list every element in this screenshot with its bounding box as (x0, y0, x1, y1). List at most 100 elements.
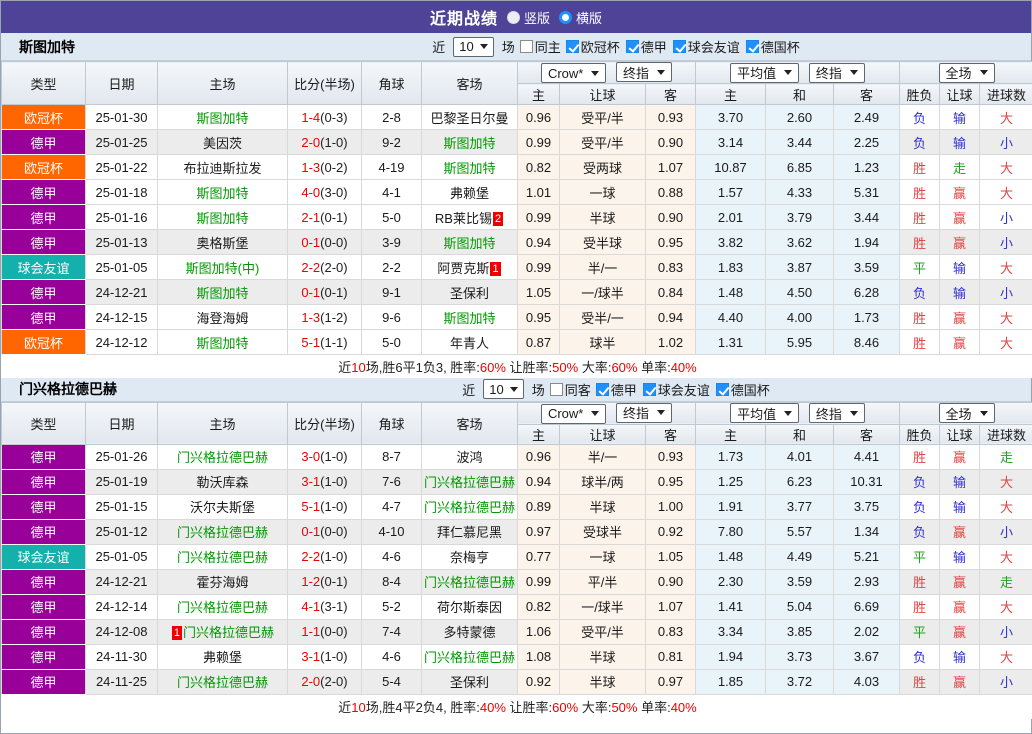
corner-count: 5-4 (361, 668, 422, 695)
avg-draw-odds: 6.23 (765, 468, 834, 495)
odds-stage-select[interactable]: 终指 (616, 403, 673, 423)
league-type-badge: 德甲 (1, 568, 86, 595)
euro-stage-select[interactable]: 终指 (808, 403, 865, 423)
handicap-line: 一球 (559, 179, 646, 205)
match-filters: 近 10 场 同客 德甲 球会友谊 德国杯 (201, 379, 1031, 399)
odds-company-select[interactable]: Crow* (540, 63, 607, 83)
match-result: 负 (899, 643, 940, 670)
fulltime-score: 2-1 (301, 209, 321, 225)
euro-source-select[interactable]: 平均值 (730, 62, 800, 83)
title-bar: 近期战绩 竖版 横版 (1, 1, 1031, 33)
fulltime-score: 0-1 (301, 524, 321, 539)
team-label: 霍芬海姆 (196, 575, 249, 590)
same-venue-label: 同客 (564, 382, 591, 398)
scope-select[interactable]: 全场 (938, 62, 995, 83)
corner-count: 3-9 (361, 229, 422, 255)
league-filter[interactable]: 德国杯 (715, 380, 770, 399)
result-header: 全场 (898, 61, 1032, 84)
euro-source-select[interactable]: 平均值 (730, 403, 800, 423)
team-label: 斯图加特 (443, 160, 496, 176)
chevron-down-icon (657, 410, 666, 415)
avg-draw-odds: 4.50 (765, 279, 834, 305)
match-row: 德甲 24-12-14 门兴格拉德巴赫 4-1(3-1) 5-2 荷尔斯泰因 0.82 一/球… (1, 593, 1032, 620)
league-filter-group: 德甲 球会友谊 德国杯 (595, 380, 770, 399)
goals-result: 大 (978, 254, 1032, 280)
chevron-down-icon (979, 70, 988, 75)
avg-home-odds: 2.01 (695, 204, 766, 230)
summary-segment: 60% (611, 359, 638, 375)
home-team: 斯图加特 (157, 104, 288, 130)
horizontal-layout-radio[interactable]: 横版 (559, 8, 602, 27)
odds-company-select[interactable]: Crow* (540, 403, 607, 423)
avg-home-odds: 3.82 (695, 229, 766, 255)
scope-select[interactable]: 全场 (938, 403, 995, 423)
handicap-home-odds: 0.99 (517, 129, 560, 155)
corner-count: 4-19 (361, 154, 422, 180)
handicap-away-odds: 1.07 (645, 593, 696, 620)
handicap-away-odds: 1.07 (645, 154, 696, 180)
handicap-line: 球半 (559, 329, 646, 355)
handicap-result: 赢 (939, 668, 980, 695)
fulltime-score: 5-1 (301, 334, 321, 350)
avg-home-odds: 1.94 (695, 643, 766, 670)
match-date: 25-01-12 (85, 518, 158, 545)
league-filter[interactable]: 球会友谊 (642, 380, 710, 399)
handicap-away-odds: 0.81 (645, 643, 696, 670)
match-score: 2-2(1-0) (287, 543, 362, 570)
result-header: 全场 (898, 401, 1032, 425)
recent-count-select[interactable]: 10 (483, 379, 524, 399)
goals-result: 小 (978, 668, 1032, 695)
chevron-down-icon (784, 70, 793, 75)
league-filter[interactable]: 球会友谊 (672, 37, 740, 56)
league-filter[interactable]: 德甲 (625, 37, 667, 56)
corner-count: 4-6 (361, 643, 422, 670)
corner-count: 5-2 (361, 593, 422, 620)
home-team: 奥格斯堡 (157, 229, 288, 255)
goals-result: 走 (978, 443, 1032, 470)
team-label: 门兴格拉德巴赫 (183, 625, 275, 640)
handicap-home-odds: 0.82 (517, 154, 560, 180)
team-label: 海登海姆 (196, 310, 249, 326)
match-score: 1-3(1-2) (287, 304, 362, 330)
corner-count: 4-1 (361, 179, 422, 205)
avg-draw-odds: 3.79 (765, 204, 834, 230)
handicap-line: 受球半 (559, 518, 646, 545)
league-filter-label: 德国杯 (730, 382, 770, 398)
match-rows: 德甲 25-01-26 门兴格拉德巴赫 3-0(1-0) 8-7 波鸿 0.96 半/一 0.9… (1, 443, 1032, 695)
league-filter[interactable]: 欧冠杯 (565, 37, 620, 56)
league-type-badge: 德甲 (1, 468, 86, 495)
handicap-line: 受半球 (559, 229, 646, 255)
league-filter[interactable]: 德国杯 (745, 37, 800, 56)
league-filter[interactable]: 德甲 (595, 380, 637, 399)
section-moenchengladbach: 门兴格拉德巴赫 近 10 场 同客 德甲 球会友谊 德国杯 类型 日期 主场 比分(… (1, 377, 1032, 719)
handicap-line: 球半/两 (559, 468, 646, 495)
team-label: 门兴格拉德巴赫 (176, 675, 268, 690)
avg-home-odds: 7.80 (695, 518, 766, 545)
handicap-result: 输 (939, 468, 980, 495)
euro-stage-select[interactable]: 终指 (808, 62, 865, 83)
vertical-layout-radio[interactable]: 竖版 (506, 8, 550, 27)
avg-away-odds: 6.28 (833, 279, 900, 305)
handicap-away-odds: 0.90 (645, 129, 696, 155)
halftime-score: (1-0) (320, 549, 348, 564)
avg-away-odds: 8.46 (833, 329, 900, 355)
match-row: 欧冠杯 24-12-12 斯图加特 5-1(1-1) 5-0 年青人 0.87 球半 1.02 1… (1, 329, 1032, 355)
corner-count: 7-6 (361, 468, 422, 495)
home-team: 门兴格拉德巴赫 (157, 593, 288, 620)
checkbox-unchecked-icon (549, 382, 563, 396)
chevron-down-icon (591, 70, 600, 76)
games-label: 场 (501, 40, 515, 55)
match-result: 胜 (899, 443, 940, 470)
odds-stage-select[interactable]: 终指 (616, 62, 673, 82)
team-label: 弗赖堡 (449, 185, 489, 201)
avg-away-odds: 1.34 (833, 518, 900, 545)
same-venue-filter[interactable]: 同主 (519, 37, 561, 56)
same-venue-filter[interactable]: 同客 (549, 380, 591, 399)
recent-count-select[interactable]: 10 (453, 36, 494, 57)
avg-away-odds: 3.75 (833, 493, 900, 520)
avg-away-odds: 5.21 (833, 543, 900, 570)
recent-matches-table: 类型 日期 主场 比分(半场) 角球 客场 Crow* 终指 平均值 终指 全场 (1, 401, 1032, 719)
league-type-badge: 德甲 (1, 618, 86, 645)
col-avg-draw: 和 (765, 423, 834, 445)
team-label: 门兴格拉德巴赫 (423, 650, 515, 665)
